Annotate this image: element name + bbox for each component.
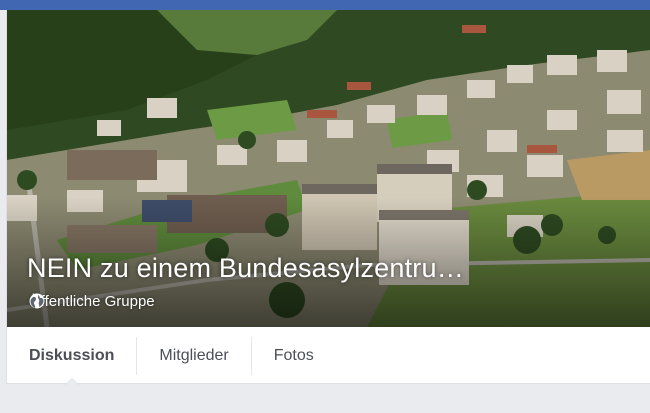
group-tabs: Diskussion Mitglieder Fotos: [7, 327, 650, 386]
group-privacy-label: Öffentliche Gruppe: [29, 293, 155, 310]
tab-label: Fotos: [273, 346, 314, 364]
tab-fotos[interactable]: Fotos: [252, 337, 336, 375]
tab-label: Mitglieder: [159, 346, 229, 364]
group-privacy[interactable]: Öffentliche Gruppe: [29, 293, 155, 310]
tab-diskussion[interactable]: Diskussion: [7, 336, 138, 386]
globe-icon: [29, 293, 45, 309]
top-navigation-bar: [0, 0, 650, 10]
group-header-card: NEIN zu einem Bundesasylzentru… Öffentli…: [6, 10, 650, 386]
tab-mitglieder[interactable]: Mitglieder: [137, 336, 252, 375]
cover-photo[interactable]: NEIN zu einem Bundesasylzentru… Öffentli…: [7, 10, 650, 327]
group-title[interactable]: NEIN zu einem Bundesasylzentru…: [27, 253, 464, 284]
tab-label: Diskussion: [29, 346, 115, 364]
active-tab-caret: [63, 377, 80, 386]
